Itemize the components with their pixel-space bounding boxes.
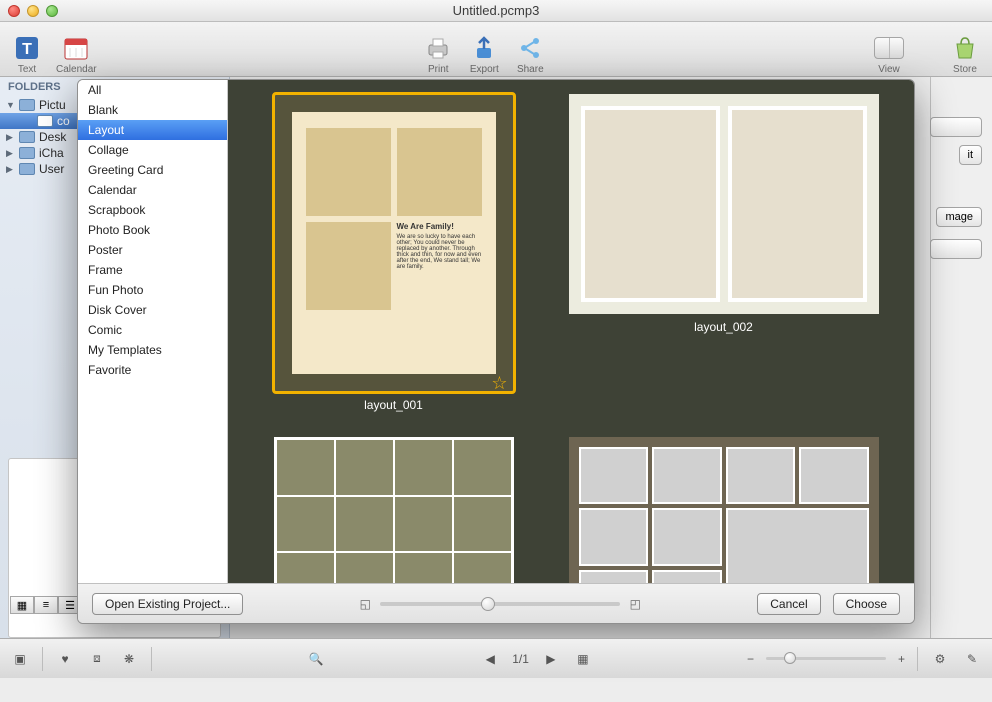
export-icon [469,33,499,63]
category-item[interactable]: Fun Photo [78,280,227,300]
template-item[interactable]: Love Story [569,437,879,583]
photo-icon[interactable]: ▣ [10,649,30,669]
thumbnail-size-slider[interactable] [380,602,620,606]
plus-icon[interactable]: + [898,652,905,666]
print-button[interactable]: Print [421,23,455,75]
category-item[interactable]: Comic [78,320,227,340]
share-icon [515,33,545,63]
adjust-icon[interactable]: ❋ [119,649,139,669]
inspector-image-button[interactable]: mage [936,207,982,227]
svg-text:T: T [22,41,32,58]
category-item[interactable]: Frame [78,260,227,280]
grid-view-icon[interactable]: ▦ [10,596,34,614]
category-item[interactable]: Blank [78,100,227,120]
next-page-icon[interactable]: ▶ [541,649,561,669]
inspector-dropdown-1[interactable] [930,117,982,137]
page-indicator: 1/1 [512,652,529,666]
category-item[interactable]: Greeting Card [78,160,227,180]
choose-button[interactable]: Choose [833,593,900,615]
template-item[interactable]: Amazing Nature [264,437,524,583]
template-label: layout_001 [364,398,423,412]
open-existing-button[interactable]: Open Existing Project... [92,593,243,615]
template-label: layout_002 [694,320,753,334]
book-icon[interactable]: ▦ [573,649,593,669]
zoom-out-icon[interactable]: 🔍 [306,649,326,669]
category-item[interactable]: Collage [78,140,227,160]
zoom-slider[interactable] [766,657,886,660]
category-list: AllBlankLayoutCollageGreeting CardCalend… [78,80,228,583]
category-item[interactable]: Poster [78,240,227,260]
template-item[interactable]: We Are Family!We are so lucky to have ea… [264,94,524,412]
zoom-small-icon[interactable]: ◱ [358,597,372,611]
inspector-edit-button[interactable]: it [959,145,983,165]
list-view-icon[interactable]: ≡ [34,596,58,614]
category-item[interactable]: Calendar [78,180,227,200]
crop-icon[interactable]: ⧈ [87,649,107,669]
category-item[interactable]: Disk Cover [78,300,227,320]
edit-icon[interactable]: ✎ [962,649,982,669]
export-button[interactable]: Export [467,23,501,75]
minus-icon[interactable]: − [747,652,754,666]
inspector-panel: it mage [930,77,992,638]
template-item[interactable]: layout_002 [569,94,879,412]
view-toggle[interactable]: View [872,23,906,75]
settings-icon[interactable]: ⚙ [930,649,950,669]
category-item[interactable]: Favorite [78,360,227,380]
text-icon: T [12,33,42,63]
zoom-large-icon[interactable]: ◰ [628,597,642,611]
prev-page-icon[interactable]: ◀ [480,649,500,669]
calendar-button[interactable]: Calendar [56,23,97,75]
heart-icon[interactable]: ♥ [55,649,75,669]
category-item[interactable]: Photo Book [78,220,227,240]
cancel-button[interactable]: Cancel [757,593,820,615]
category-item[interactable]: All [78,80,227,100]
share-button[interactable]: Share [513,23,547,75]
printer-icon [423,33,453,63]
window-title: Untitled.pcmp3 [0,3,992,18]
main-toolbar: T Text Calendar Print Export [0,22,992,77]
category-item[interactable]: My Templates [78,340,227,360]
template-picker-modal: AllBlankLayoutCollageGreeting CardCalend… [77,79,915,624]
text-button[interactable]: T Text [10,23,44,75]
app-statusbar: ▣ ♥ ⧈ ❋ 🔍 ◀ 1/1 ▶ ▦ − + ⚙ ✎ [0,638,992,678]
favorite-star-icon[interactable]: ☆ [491,373,507,394]
inspector-dropdown-2[interactable] [930,239,982,259]
store-icon [950,33,980,63]
store-button[interactable]: Store [948,23,982,75]
window-titlebar: Untitled.pcmp3 [0,0,992,22]
category-item[interactable]: Layout [78,120,227,140]
modal-footer: Open Existing Project... ◱ ◰ Cancel Choo… [78,583,914,623]
category-item[interactable]: Scrapbook [78,200,227,220]
template-grid[interactable]: We Are Family!We are so lucky to have ea… [228,80,914,583]
calendar-icon [61,33,91,63]
